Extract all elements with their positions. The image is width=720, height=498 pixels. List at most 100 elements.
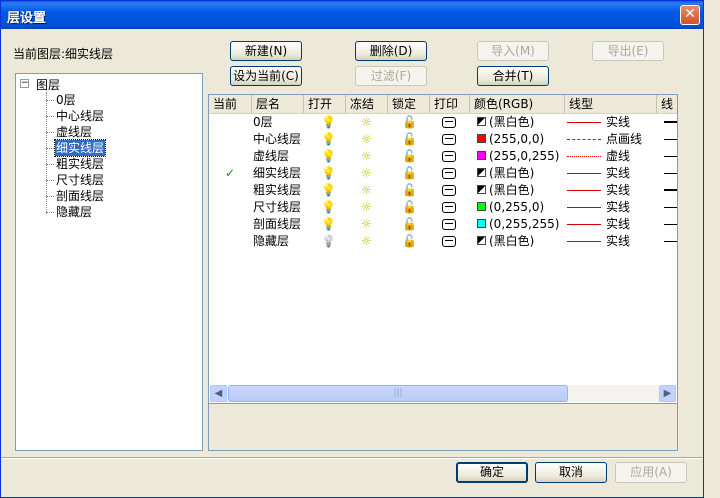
printer-icon[interactable] — [442, 216, 456, 233]
layer-name[interactable]: 粗实线层 — [253, 182, 301, 199]
sun-icon[interactable]: ☼ — [361, 216, 372, 233]
sun-icon[interactable]: ☼ — [361, 199, 372, 216]
layer-name[interactable]: 虚线层 — [253, 148, 289, 165]
layer-name[interactable]: 0层 — [253, 114, 273, 131]
layer-name[interactable]: 细实线层 — [253, 165, 301, 182]
col-linetype[interactable]: 线型 — [565, 95, 657, 113]
linetype-sample — [567, 190, 601, 191]
table-row[interactable]: 隐藏层 💡 ☼ 🔓 (黑白色) 实线 — [209, 233, 677, 250]
export-button[interactable]: 导出(E) — [592, 41, 664, 61]
color-cell[interactable]: (0,255,255) — [477, 216, 559, 233]
unlock-icon[interactable]: 🔓 — [402, 233, 417, 250]
sun-icon[interactable]: ☼ — [361, 182, 372, 199]
color-cell[interactable]: (0,255,0) — [477, 199, 544, 216]
col-print[interactable]: 打印 — [430, 95, 470, 113]
printer-icon[interactable] — [442, 199, 456, 216]
color-cell[interactable]: (黑白色) — [477, 233, 534, 250]
lineweight-sample — [664, 207, 677, 208]
layer-name[interactable]: 隐藏层 — [253, 233, 289, 250]
apply-button[interactable]: 应用(A) — [615, 462, 687, 483]
linetype-name[interactable]: 实线 — [606, 165, 630, 182]
printer-icon[interactable] — [442, 114, 456, 131]
color-cell[interactable]: (255,0,0) — [477, 131, 544, 148]
set-current-button[interactable]: 设为当前(C) — [230, 66, 302, 86]
bottom-separator — [1, 457, 703, 459]
sun-icon[interactable]: ☼ — [361, 148, 372, 165]
sun-icon[interactable]: ☼ — [361, 131, 372, 148]
new-button[interactable]: 新建(N) — [230, 41, 302, 61]
horizontal-scrollbar[interactable]: ◀ ||| ▶ — [210, 385, 676, 402]
bulb-icon[interactable]: 💡 — [321, 199, 336, 216]
linetype-name[interactable]: 点画线 — [606, 131, 642, 148]
printer-icon[interactable] — [442, 131, 456, 148]
printer-icon[interactable] — [442, 148, 456, 165]
table-row[interactable]: 尺寸线层 💡 ☼ 🔓 (0,255,0) 实线 — [209, 199, 677, 216]
title-bar[interactable]: 层设置 ✕ — [1, 1, 703, 29]
sun-icon[interactable]: ☼ — [361, 165, 372, 182]
layer-list[interactable]: 当前 层名 打开 冻结 锁定 打印 颜色(RGB) 线型 线 0层 💡 ☼ 🔓 (黑白色… — [208, 94, 678, 404]
sun-icon[interactable]: ☼ — [361, 233, 372, 250]
color-cell[interactable]: (255,0,255) — [477, 148, 559, 165]
unlock-icon[interactable]: 🔓 — [402, 199, 417, 216]
close-button[interactable]: ✕ — [680, 5, 700, 25]
col-freeze[interactable]: 冻结 — [346, 95, 388, 113]
table-row[interactable]: 中心线层 💡 ☼ 🔓 (255,0,0) 点画线 — [209, 131, 677, 148]
col-lineweight[interactable]: 线 — [657, 95, 677, 113]
linetype-name[interactable]: 实线 — [606, 233, 630, 250]
unlock-icon[interactable]: 🔓 — [402, 148, 417, 165]
lineweight-sample — [664, 139, 677, 140]
bulb-icon[interactable]: 💡 — [321, 233, 336, 250]
sun-icon[interactable]: ☼ — [361, 114, 372, 131]
table-row[interactable]: 虚线层 💡 ☼ 🔓 (255,0,255) 虚线 — [209, 148, 677, 165]
unlock-icon[interactable]: 🔓 — [402, 216, 417, 233]
layer-name[interactable]: 剖面线层 — [253, 216, 301, 233]
table-row[interactable]: 0层 💡 ☼ 🔓 (黑白色) 实线 — [209, 114, 677, 131]
table-row[interactable]: 粗实线层 💡 ☼ 🔓 (黑白色) 实线 — [209, 182, 677, 199]
unlock-icon[interactable]: 🔓 — [402, 131, 417, 148]
bulb-icon[interactable]: 💡 — [321, 131, 336, 148]
lineweight-sample — [664, 121, 677, 123]
bulb-icon[interactable]: 💡 — [321, 182, 336, 199]
cancel-button[interactable]: 取消 — [535, 462, 607, 483]
col-name[interactable]: 层名 — [252, 95, 304, 113]
col-open[interactable]: 打开 — [304, 95, 346, 113]
linetype-name[interactable]: 虚线 — [606, 148, 630, 165]
table-row[interactable]: 剖面线层 💡 ☼ 🔓 (0,255,255) 实线 — [209, 216, 677, 233]
col-current[interactable]: 当前 — [209, 95, 252, 113]
scroll-left-icon[interactable]: ◀ — [210, 385, 227, 402]
layer-tree[interactable]: − 图层 0层 中心线层 虚线层 细实线层 粗实线层 尺寸线层 剖面线层 隐藏层 — [15, 73, 203, 451]
linetype-name[interactable]: 实线 — [606, 199, 630, 216]
col-color[interactable]: 颜色(RGB) — [470, 95, 565, 113]
collapse-icon[interactable]: − — [20, 79, 29, 88]
filter-button[interactable]: 过滤(F) — [355, 66, 427, 86]
layer-name[interactable]: 中心线层 — [253, 131, 301, 148]
scroll-thumb[interactable]: ||| — [228, 385, 568, 402]
col-lock[interactable]: 锁定 — [388, 95, 430, 113]
unlock-icon[interactable]: 🔓 — [402, 165, 417, 182]
color-cell[interactable]: (黑白色) — [477, 114, 534, 131]
current-check-icon[interactable]: ✓ — [225, 165, 235, 182]
color-cell[interactable]: (黑白色) — [477, 182, 534, 199]
printer-icon[interactable] — [442, 233, 456, 250]
linetype-name[interactable]: 实线 — [606, 182, 630, 199]
unlock-icon[interactable]: 🔓 — [402, 182, 417, 199]
bulb-icon[interactable]: 💡 — [321, 216, 336, 233]
delete-button[interactable]: 删除(D) — [355, 41, 427, 61]
color-cell[interactable]: (黑白色) — [477, 165, 534, 182]
bulb-icon[interactable]: 💡 — [321, 148, 336, 165]
table-row[interactable]: ✓ 细实线层 💡 ☼ 🔓 (黑白色) 实线 — [209, 165, 677, 182]
bulb-icon[interactable]: 💡 — [321, 165, 336, 182]
unlock-icon[interactable]: 🔓 — [402, 114, 417, 131]
linetype-name[interactable]: 实线 — [606, 114, 630, 131]
linetype-sample — [567, 122, 601, 123]
printer-icon[interactable] — [442, 165, 456, 182]
scroll-right-icon[interactable]: ▶ — [659, 385, 676, 402]
merge-button[interactable]: 合并(T) — [477, 66, 549, 86]
bulb-icon[interactable]: 💡 — [321, 114, 336, 131]
layer-name[interactable]: 尺寸线层 — [253, 199, 301, 216]
linetype-name[interactable]: 实线 — [606, 216, 630, 233]
printer-icon[interactable] — [442, 182, 456, 199]
tree-root-layers[interactable]: 图层 — [36, 76, 60, 93]
ok-button[interactable]: 确定 — [456, 462, 528, 483]
import-button[interactable]: 导入(M) — [477, 41, 549, 61]
